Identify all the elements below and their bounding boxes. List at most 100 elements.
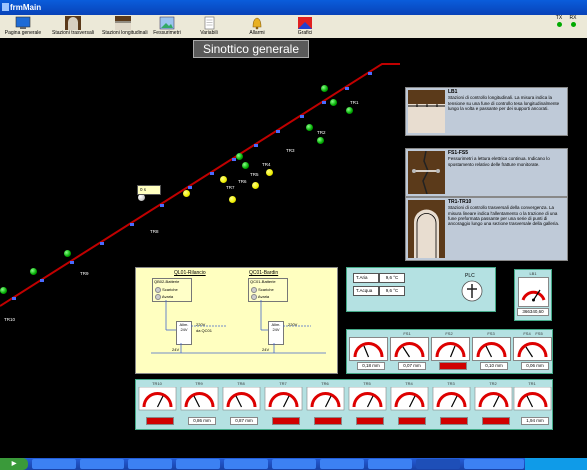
legend-text: Fessurimetri a lettura elettrica continu… — [448, 156, 550, 167]
sensor-node[interactable] — [330, 99, 337, 106]
system-tray — [525, 458, 587, 470]
lb1-gauge-panel: LB1 366340,60 — [514, 269, 552, 321]
fs-value: 0,06 mm — [521, 362, 549, 370]
temperature-panel: T.Aria 9,6 °C T.Acqua 9,6 °C PLC — [346, 267, 496, 312]
tr-marker-label: TR1 — [350, 100, 359, 105]
os-taskbar: ▶ — [0, 458, 587, 470]
tr-label: TR4 — [405, 381, 413, 386]
toolbar-button-stazioni-longitudinali[interactable]: Stazioni longitudinali — [102, 15, 148, 38]
sensor-node[interactable] — [229, 196, 236, 203]
notepad-icon — [204, 16, 215, 30]
toolbar-button-pagina-generale[interactable]: Pagina generale — [2, 15, 44, 38]
tr-gauge-dials — [138, 387, 552, 411]
app-icon — [2, 3, 9, 11]
tr-value — [314, 417, 342, 425]
tr-value — [146, 417, 174, 425]
legend-card-tr: TR1-TR10 Stazioni di controllo trasversal… — [405, 197, 568, 261]
tr-label: TR8 — [237, 381, 245, 386]
rx-led — [570, 22, 576, 27]
tr-value — [272, 417, 300, 425]
tunnel-long-icon — [115, 16, 131, 30]
tr-marker-label: TR9 — [80, 271, 89, 276]
tr-marker-label: TR7 — [226, 185, 235, 190]
fs-gauge-dial — [472, 337, 511, 361]
toolbar-button-label: Stazioni trasversali — [52, 30, 94, 36]
tr-marker-label: TR2 — [317, 130, 326, 135]
legend-text: Stazioni di controllo trasversali della … — [448, 205, 560, 227]
fs-label: FS3 — [487, 331, 495, 336]
sensor-node[interactable] — [30, 268, 37, 275]
fs-gauge-dial — [431, 337, 470, 361]
rx-label: RX — [569, 15, 577, 21]
plc-label: PLC — [465, 273, 475, 279]
legend-card-lb1: LB1 Stazioni di controllo longitudinali. … — [405, 87, 568, 136]
tr-marker-label: TR6 — [238, 179, 247, 184]
toolbar-button-label: Fessurimetri — [153, 30, 181, 36]
power-panel: QL01-Rilancio QC01-Bardin QB02-Batterie … — [135, 267, 338, 374]
taskbar-item[interactable] — [176, 459, 220, 469]
fs-label: FS1 — [403, 331, 411, 336]
toolbar-button-stazioni-trasversali[interactable]: Stazioni trasversali — [52, 15, 94, 38]
toolbar-button-variabili[interactable]: Variabili — [188, 15, 230, 38]
tr-marker-label: TR8 — [150, 229, 159, 234]
taskbar-item[interactable] — [464, 459, 524, 469]
toolbar-button-label: Variabili — [200, 30, 218, 36]
taskbar-item-active[interactable] — [416, 459, 460, 469]
fs-value: 0,07 mm — [398, 362, 426, 370]
window-title: frmMain — [10, 3, 42, 12]
sensor-node[interactable] — [266, 169, 273, 176]
taskbar-item[interactable] — [272, 459, 316, 469]
taskbar-item[interactable] — [224, 459, 268, 469]
toolbar-button-fessurimetri[interactable]: Fessurimetri — [146, 15, 188, 38]
rx-indicator: RX — [566, 15, 580, 27]
fs-label: FS2 — [445, 331, 453, 336]
fs-value: 0,18 mm — [357, 362, 385, 370]
sensor-node[interactable] — [138, 194, 145, 201]
tx-led — [556, 22, 562, 27]
fs-value — [439, 362, 467, 370]
taskbar-item[interactable] — [368, 459, 412, 469]
main-canvas: Sinottico generale 0 s TR1 TR2 TR3 TR4 T… — [0, 38, 587, 458]
tx-indicator: TX — [552, 15, 566, 27]
sensor-node[interactable] — [321, 85, 328, 92]
fs-gauge-dial — [513, 337, 552, 361]
time-counter: 0 s — [137, 185, 161, 195]
tr-gauge-panel: TR10 TR9 TR8 TR7 TR6 TR5 TR4 TR3 TR2 TR1 — [135, 379, 553, 430]
taskbar-item[interactable] — [32, 459, 76, 469]
sensor-node[interactable] — [0, 287, 7, 294]
toolbar-button-label: Stazioni longitudinali — [102, 30, 148, 36]
sensor-node[interactable] — [64, 250, 71, 257]
tr-label: TR3 — [447, 381, 455, 386]
sensor-node[interactable] — [236, 153, 243, 160]
air-temp-label: T.Aria — [353, 273, 379, 283]
tr-value: 0,87 mm — [230, 417, 258, 425]
sensor-node[interactable] — [242, 162, 249, 169]
toolbar-button-label: Pagina generale — [4, 30, 42, 36]
tr-value — [482, 417, 510, 425]
fs-gauge-panel: FS1 FS2 FS3 FS4 FS5 0,18 mm 0,07 mm 0,10… — [346, 329, 553, 374]
lb1-value: 366340,60 — [517, 308, 549, 316]
taskbar-item[interactable] — [320, 459, 364, 469]
chart-icon — [298, 17, 312, 29]
sensor-node[interactable] — [252, 182, 259, 189]
toolbar-button-allarmi[interactable]: Allarmi — [236, 15, 278, 38]
lb1-label: LB1 — [529, 271, 537, 276]
start-button[interactable]: ▶ — [0, 458, 28, 470]
tx-label: TX — [555, 15, 563, 21]
tr-marker-label: TR3 — [286, 148, 295, 153]
transverse-station-icon — [408, 200, 445, 258]
sensor-node[interactable] — [317, 137, 324, 144]
legend-card-fs: FS1-FS5 Fessurimetri a lettura elettrica … — [405, 148, 568, 197]
tunnel-section-icon — [65, 16, 81, 30]
sensor-node[interactable] — [183, 190, 190, 197]
tr-value — [356, 417, 384, 425]
sensor-node[interactable] — [346, 107, 353, 114]
tr-value: 1,94 mm — [521, 417, 549, 425]
sensor-node[interactable] — [306, 124, 313, 131]
taskbar-item[interactable] — [128, 459, 172, 469]
toolbar-button-grafici[interactable]: Grafici — [284, 15, 326, 38]
taskbar-item[interactable] — [80, 459, 124, 469]
plc-icon — [461, 280, 483, 302]
sensor-node[interactable] — [220, 176, 227, 183]
bell-icon — [252, 17, 262, 30]
